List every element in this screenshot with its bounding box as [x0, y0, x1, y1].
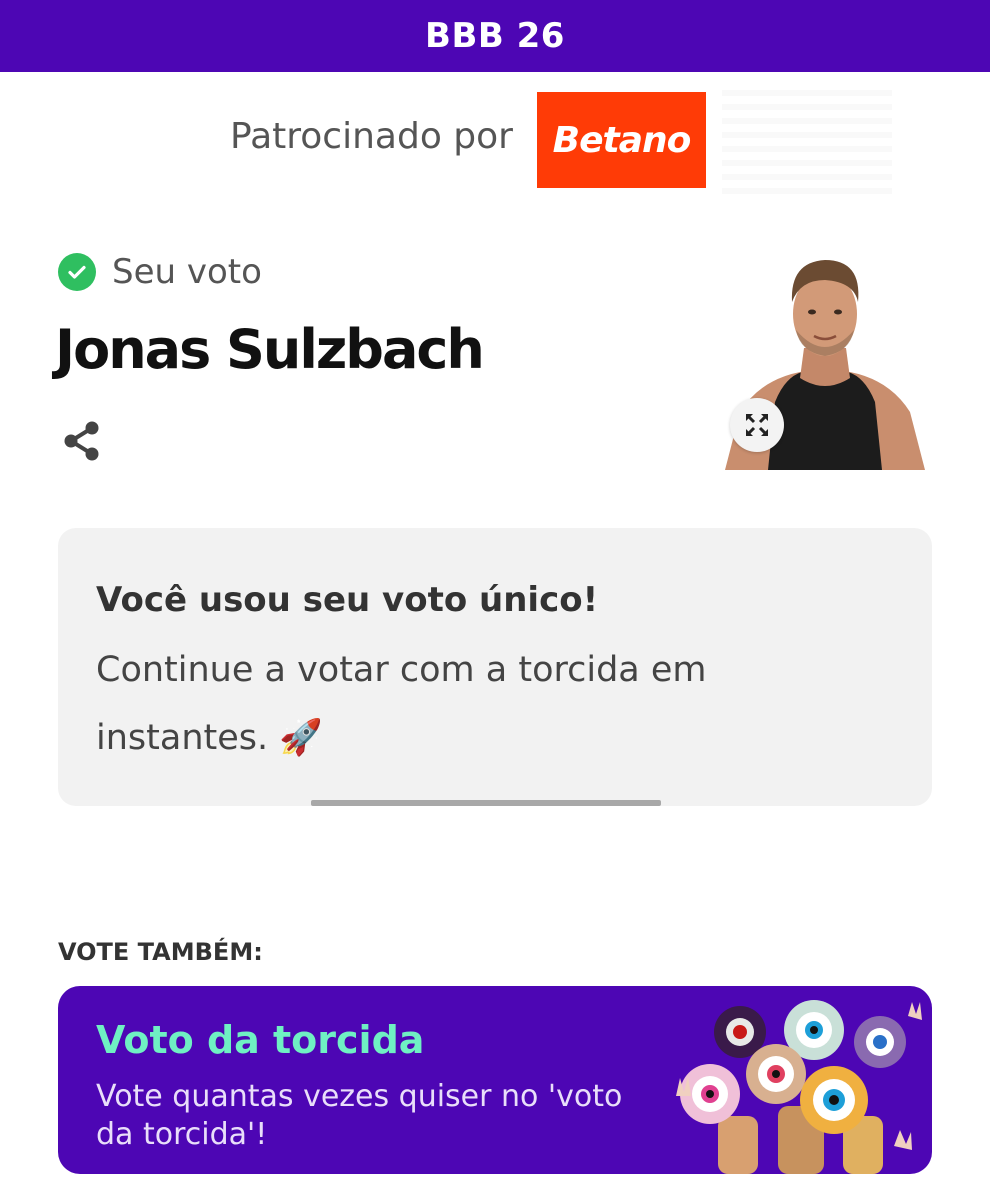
faded-watermark: [722, 82, 892, 194]
crowd-vote-description: Vote quantas vezes quiser no 'voto da to…: [96, 1079, 623, 1152]
candidate-name: Jonas Sulzbach: [55, 318, 485, 381]
sponsor-section: Patrocinado por Betano: [0, 82, 990, 194]
sponsor-label: Patrocinado por: [230, 116, 513, 157]
share-icon[interactable]: [62, 420, 102, 462]
mascots-illustration: [658, 996, 932, 1174]
crowd-vote-card[interactable]: Voto da torcida Vote quantas vezes quise…: [58, 986, 932, 1174]
vote-also-label: VOTE TAMBÉM:: [58, 938, 263, 966]
expand-icon[interactable]: [730, 398, 784, 452]
sponsor-logo-text: Betano: [552, 119, 692, 161]
vote-status: Seu voto: [58, 252, 262, 292]
progress-bar: [311, 800, 661, 806]
crowd-vote-title: Voto da torcida: [96, 1018, 425, 1062]
check-circle-icon: [58, 253, 96, 291]
confirmation-heading: Você usou seu voto único!: [96, 580, 599, 620]
page-title: BBB 26: [425, 16, 565, 56]
top-bar: BBB 26: [0, 0, 990, 72]
vote-confirmation-card: Você usou seu voto único! Continue a vot…: [58, 528, 932, 806]
confirmation-body: Continue a votar com a torcida em instan…: [96, 650, 707, 758]
sponsor-logo[interactable]: Betano: [537, 92, 706, 188]
vote-status-label: Seu voto: [112, 252, 262, 292]
